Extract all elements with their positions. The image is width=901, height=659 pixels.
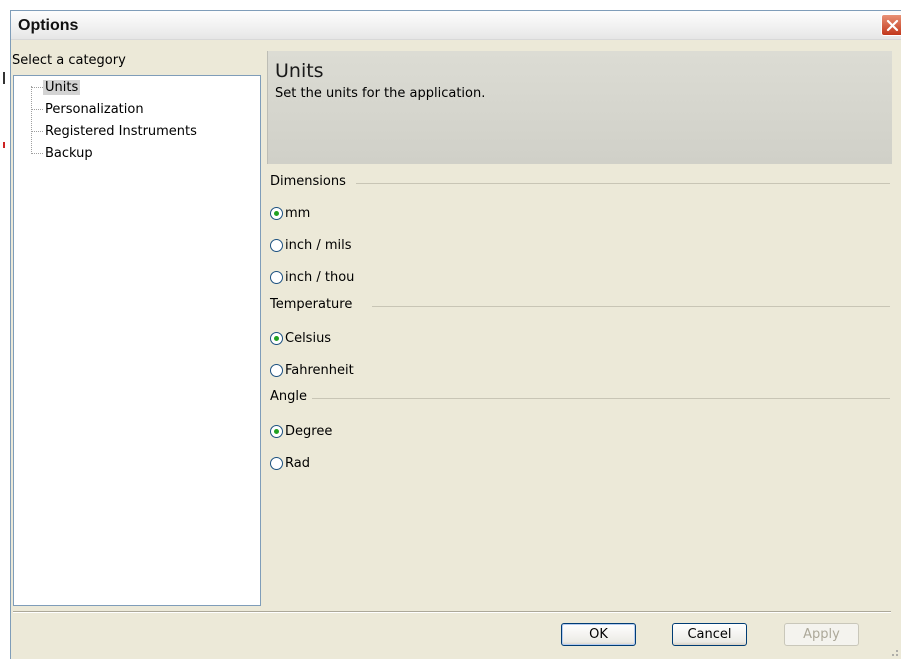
radio-fahrenheit[interactable]: Fahrenheit [270,361,354,379]
tree-item-label: Personalization [45,101,144,117]
radio-label: Fahrenheit [285,362,354,378]
page-description: Set the units for the application. [275,86,486,101]
group-divider [372,306,890,307]
radio-button[interactable] [270,363,283,377]
category-label: Select a category [12,53,126,68]
radio-label: inch / thou [285,269,355,285]
tree-branch [31,108,43,110]
radio-label: mm [285,205,311,221]
edge-mark [3,142,5,148]
close-button[interactable] [881,14,901,36]
ok-button[interactable]: OK [561,623,636,646]
group-label-dimensions: Dimensions [270,174,346,189]
radio-dot [274,210,279,216]
radio-dot [274,335,279,341]
radio-rad[interactable]: Rad [270,454,310,472]
page-header: Units Set the units for the application. [267,51,892,164]
apply-button[interactable]: Apply [784,623,859,646]
title-bar[interactable]: Options [11,11,901,40]
window-title: Options [18,17,79,34]
tree-item-label: Backup [45,145,93,161]
radio-label: inch / mils [285,237,352,253]
radio-button[interactable] [270,456,283,470]
close-icon [886,19,899,31]
tree-item-label: Units [43,79,81,95]
radio-button[interactable] [270,238,283,252]
tree-item-units[interactable]: Units [31,78,81,96]
category-tree[interactable]: Units Personalization Registered Instrum… [13,75,261,606]
radio-dot [274,428,279,434]
radio-button-checked[interactable] [270,424,283,438]
tree-item-registered-instruments[interactable]: Registered Instruments [31,122,199,140]
radio-mm[interactable]: mm [270,204,310,222]
radio-inch-mils[interactable]: inch / mils [270,236,352,254]
tree-item-label: Registered Instruments [45,123,197,139]
radio-label: Celsius [285,330,332,346]
page-title: Units [275,60,324,82]
group-divider [312,398,890,399]
tree-branch [31,152,43,154]
resize-grip-icon[interactable] [887,645,899,657]
radio-label: Rad [285,455,310,471]
radio-degree[interactable]: Degree [270,422,332,440]
group-label-temperature: Temperature [270,297,353,312]
radio-button-checked[interactable] [270,331,283,345]
radio-button-checked[interactable] [270,206,283,220]
bottom-divider-highlight [13,612,891,613]
radio-label: Degree [285,423,333,439]
radio-inch-thou[interactable]: inch / thou [270,268,354,286]
group-label-angle: Angle [270,389,307,404]
tree-item-backup[interactable]: Backup [31,144,95,162]
tree-item-personalization[interactable]: Personalization [31,100,146,118]
group-divider [356,183,890,184]
edge-mark [3,72,5,84]
radio-celsius[interactable]: Celsius [270,329,331,347]
tree-branch [31,130,43,132]
left-edge-background [0,0,10,659]
radio-button[interactable] [270,270,283,284]
tree-branch [31,86,43,88]
cancel-button[interactable]: Cancel [672,623,747,646]
